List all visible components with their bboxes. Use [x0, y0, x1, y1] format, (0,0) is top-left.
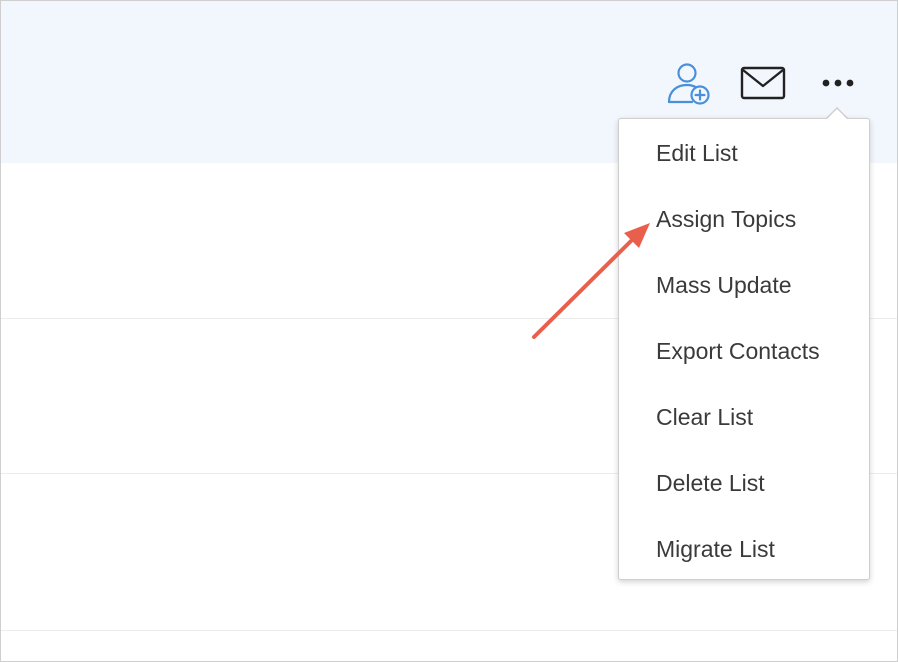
menu-item-edit-list[interactable]: Edit List: [656, 138, 738, 168]
row-divider: [1, 630, 897, 631]
more-options-button[interactable]: [817, 69, 859, 97]
more-options-menu: Edit List Assign Topics Mass Update Expo…: [618, 118, 870, 580]
menu-item-migrate-list[interactable]: Migrate List: [656, 534, 775, 564]
add-contact-button[interactable]: [661, 59, 713, 107]
menu-item-assign-topics[interactable]: Assign Topics: [656, 204, 796, 234]
menu-item-mass-update[interactable]: Mass Update: [656, 270, 792, 300]
more-horizontal-icon: [822, 79, 854, 87]
mail-icon: [740, 66, 786, 100]
add-contact-icon: [667, 63, 710, 105]
menu-caret-fill: [826, 109, 848, 120]
menu-item-clear-list[interactable]: Clear List: [656, 402, 753, 432]
menu-item-export-contacts[interactable]: Export Contacts: [656, 336, 820, 366]
send-email-button[interactable]: [739, 63, 787, 103]
menu-item-delete-list[interactable]: Delete List: [656, 468, 765, 498]
